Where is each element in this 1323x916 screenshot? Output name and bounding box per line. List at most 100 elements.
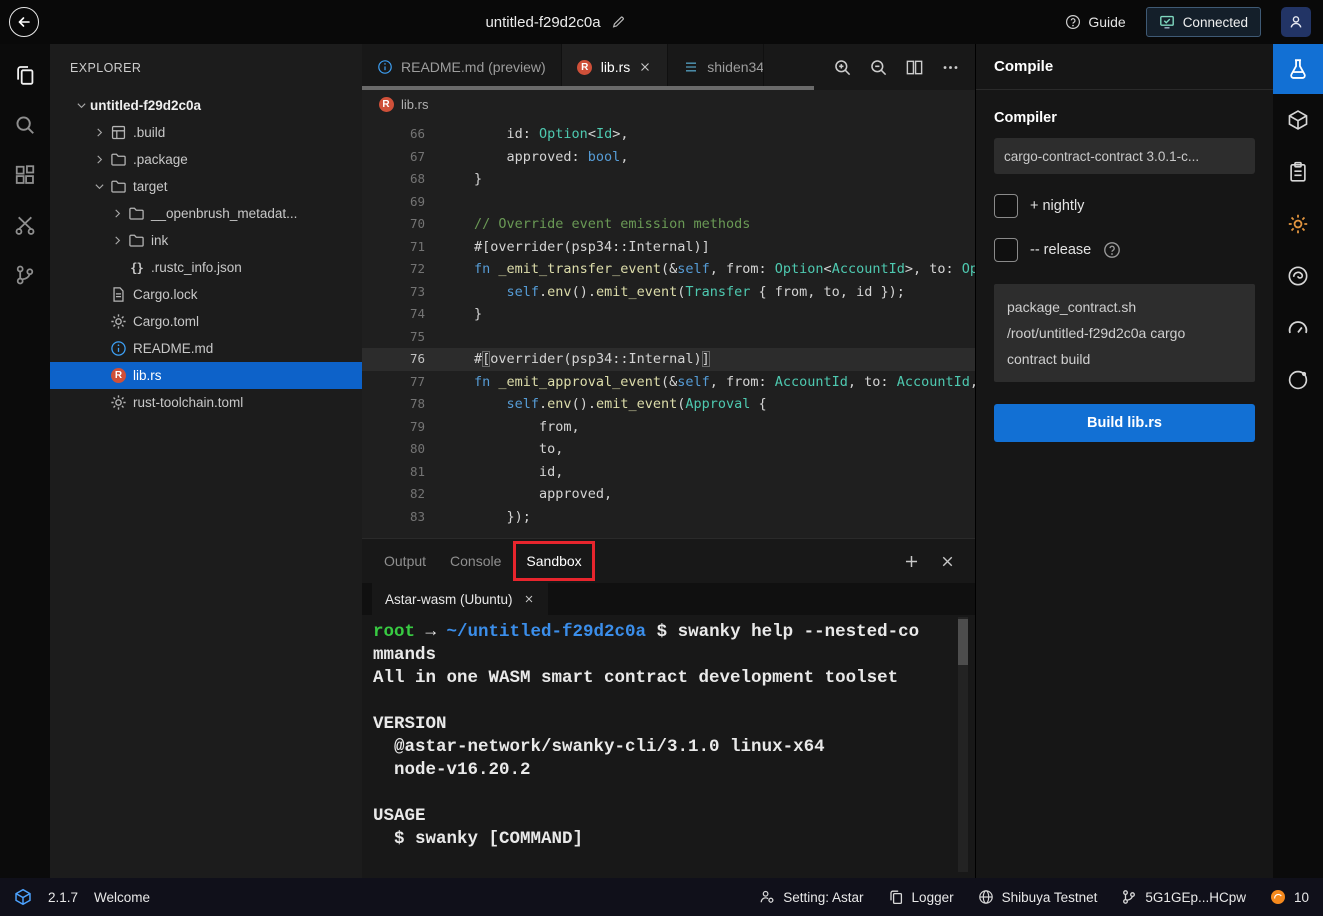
code-text: approved, [425,483,612,506]
split-editor-icon[interactable] [905,58,924,77]
close-icon[interactable] [939,553,956,570]
statusbar-network[interactable]: Shibuya Testnet [978,889,1098,905]
code-line[interactable]: 80 to, [362,438,975,461]
editor-tab-shiden34[interactable]: shiden34 [668,44,764,90]
code-line[interactable]: 81 id, [362,461,975,484]
folder-icon [110,178,127,195]
close-icon[interactable] [523,593,535,605]
panel-tab-sandbox[interactable]: Sandbox [513,541,594,581]
code-line[interactable]: 83 }); [362,506,975,529]
folder-icon [128,205,145,222]
compiler-select[interactable]: cargo-contract-contract 3.0.1-c... [994,138,1255,174]
add-icon[interactable] [903,553,920,570]
code-editor[interactable]: 66 id: Option<Id>,67 approved: bool,68}6… [362,118,975,538]
statusbar-notifications[interactable]: 10 [1270,889,1309,905]
panel-tab-console[interactable]: Console [438,541,513,581]
code-line[interactable]: 69 [362,191,975,214]
explorer-sidebar: EXPLORER untitled-f29d2c0a.build.package… [50,44,362,878]
pencil-icon[interactable] [611,14,627,30]
activity-compile[interactable] [1273,44,1323,94]
avatar-button[interactable] [1281,7,1311,37]
code-line[interactable]: 70// Override event emission methods [362,213,975,236]
close-icon[interactable] [638,60,652,74]
code-line[interactable]: 74} [362,303,975,326]
code-line[interactable]: 67 approved: bool, [362,146,975,169]
code-line[interactable]: 82 approved, [362,483,975,506]
activity-search[interactable] [1,102,49,148]
terminal-line: USAGE [373,805,951,828]
activity-astar[interactable] [1273,354,1323,406]
line-number: 73 [362,281,425,304]
tree-item-readme-md[interactable]: README.md [50,335,362,362]
build-button[interactable]: Build lib.rs [994,404,1255,442]
tree-item-openbrush-metadat[interactable]: __openbrush_metadat... [50,200,362,227]
zoom-out-icon[interactable] [869,58,888,77]
panel-tab-output[interactable]: Output [372,541,438,581]
info-icon [377,59,393,75]
connected-button[interactable]: Connected [1146,7,1261,37]
release-checkbox[interactable] [994,238,1018,262]
activity-plugins[interactable] [1273,198,1323,250]
tab-scrollbar[interactable] [362,86,814,90]
code-line[interactable]: 68} [362,168,975,191]
activity-metrics[interactable] [1273,302,1323,354]
tree-item-rustc-info-json[interactable]: {} .rustc_info.json [50,254,362,281]
zoom-in-icon[interactable] [833,58,852,77]
statusbar-setting[interactable]: Setting: Astar [759,889,863,905]
terminal-line: root → ~/untitled-f29d2c0a $ swanky help… [373,621,951,644]
code-line[interactable]: 78 self.env().emit_event(Approval { [362,393,975,416]
tree-item-target[interactable]: target [50,173,362,200]
tree-item-label: .rustc_info.json [151,260,242,275]
back-button[interactable] [9,7,39,37]
json-icon: {} [128,259,145,276]
code-line[interactable]: 79 from, [362,416,975,439]
code-line[interactable]: 66 id: Option<Id>, [362,123,975,146]
tree-item-package[interactable]: .package [50,146,362,173]
welcome-link[interactable]: Welcome [94,890,150,905]
line-number: 68 [362,168,425,191]
nightly-checkbox[interactable] [994,194,1018,218]
activity-tools[interactable] [1,202,49,248]
statusbar-account[interactable]: 5G1GEp...HCpw [1121,889,1246,905]
tree-item-ink[interactable]: ink [50,227,362,254]
activity-openbrush[interactable] [1273,250,1323,302]
editor-tab-readme-md-preview[interactable]: README.md (preview) [362,44,562,90]
tree-item-cargo-toml[interactable]: Cargo.toml [50,308,362,335]
code-line[interactable]: 73 self.env().emit_event(Transfer { from… [362,281,975,304]
breadcrumb[interactable]: R lib.rs [362,90,975,118]
code-line[interactable]: 75 [362,326,975,349]
tree-item-build[interactable]: .build [50,119,362,146]
code-line[interactable]: 72fn _emit_transfer_event(&self, from: O… [362,258,975,281]
line-number: 72 [362,258,425,281]
activity-files[interactable] [1,52,49,98]
tree-item-untitled-f29d2c0a[interactable]: untitled-f29d2c0a [50,92,362,119]
question-circle-icon[interactable] [1103,241,1121,259]
tree-item-cargo-lock[interactable]: Cargo.lock [50,281,362,308]
statusbar-logger[interactable]: Logger [888,889,954,905]
tree-item-lib-rs[interactable]: Rlib.rs [50,362,362,389]
activity-deploy[interactable] [1273,94,1323,146]
tab-label: lib.rs [601,59,631,75]
activity-logs[interactable] [1273,146,1323,198]
rust-icon: R [110,367,127,384]
activity-source-control[interactable] [1,252,49,298]
terminal-scrollbar-thumb[interactable] [958,619,968,665]
code-line[interactable]: 71#[overrider(psp34::Internal)] [362,236,975,259]
code-text: to, [425,438,563,461]
code-text: self.env().emit_event(Transfer { from, t… [425,281,905,304]
editor-tab-lib-rs[interactable]: Rlib.rs [562,44,669,90]
tree-item-rust-toolchain-toml[interactable]: rust-toolchain.toml [50,389,362,416]
more-icon[interactable] [941,58,960,77]
code-line[interactable]: 76#[overrider(psp34::Internal)] [362,348,975,371]
line-number: 70 [362,213,425,236]
terminal[interactable]: root → ~/untitled-f29d2c0a $ swanky help… [362,615,975,878]
guide-button[interactable]: Guide [1065,14,1125,30]
tree-item-label: lib.rs [133,368,162,383]
list-icon [683,59,699,75]
terminal-tab-astar-wasm[interactable]: Astar-wasm (Ubuntu) [372,583,548,615]
activity-extensions[interactable] [1,152,49,198]
editor-tab-actions [818,44,975,90]
terminal-line: VERSION [373,713,951,736]
terminal-scrollbar[interactable] [958,617,968,872]
code-line[interactable]: 77fn _emit_approval_event(&self, from: A… [362,371,975,394]
